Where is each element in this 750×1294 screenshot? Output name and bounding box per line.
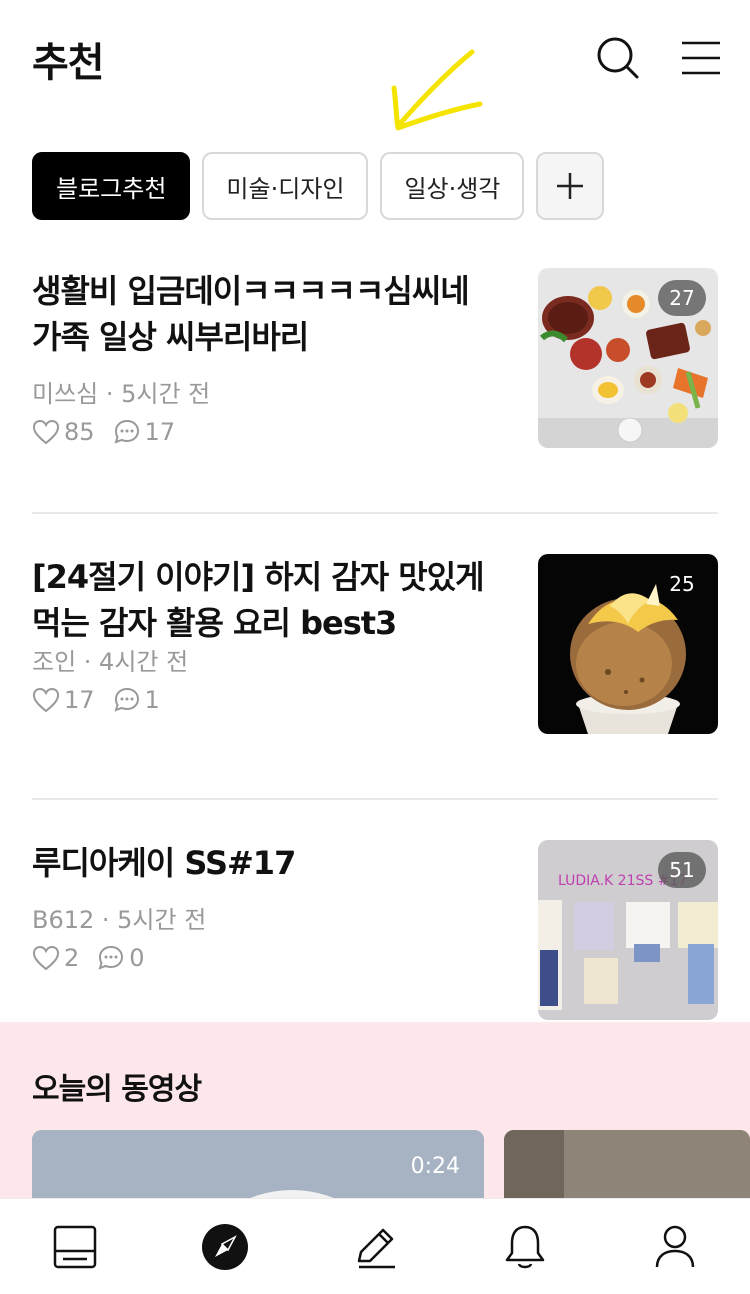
feed-icon bbox=[53, 1225, 97, 1269]
image-count-badge: 27 bbox=[658, 280, 706, 316]
plus-icon bbox=[557, 173, 584, 199]
tab-feed[interactable] bbox=[47, 1221, 103, 1273]
tab-profile[interactable] bbox=[647, 1221, 703, 1273]
post-meta: B612 · 5시간 전 bbox=[32, 906, 207, 934]
post-feed: 생활비 입금데이ㅋㅋㅋㅋㅋ심씨네 가족 일상 씨부리바리 미쓰심 · 5시간 전… bbox=[32, 250, 718, 1086]
search-button[interactable] bbox=[590, 30, 646, 86]
comment-count: 0 bbox=[129, 944, 145, 972]
comment-stat[interactable]: 17 bbox=[113, 418, 176, 446]
post-item[interactable]: [24절기 이야기] 하지 감자 맛있게 먹는 감자 활용 요리 best3 조… bbox=[32, 536, 718, 800]
post-title[interactable]: 루디아케이 SS#17 bbox=[32, 840, 502, 886]
comment-stat[interactable]: 0 bbox=[97, 944, 145, 972]
like-count: 2 bbox=[64, 944, 80, 972]
tab-notifications[interactable] bbox=[497, 1221, 553, 1273]
like-count: 17 bbox=[64, 686, 95, 714]
image-count-badge: 51 bbox=[658, 852, 706, 888]
tab-recommend[interactable] bbox=[197, 1221, 253, 1273]
post-stats: 17 1 bbox=[32, 686, 160, 714]
post-thumbnail[interactable]: LUDIA.K 21SS #17 51 bbox=[538, 840, 718, 1020]
bell-icon bbox=[505, 1225, 545, 1269]
category-chips: 블로그추천 미술·디자인 일상·생각 bbox=[32, 152, 605, 220]
section-title: 오늘의 동영상 bbox=[32, 1072, 202, 1107]
like-count: 85 bbox=[64, 418, 95, 446]
comment-count: 1 bbox=[144, 686, 160, 714]
post-stats: 2 0 bbox=[32, 944, 145, 972]
post-thumbnail[interactable]: 25 bbox=[538, 554, 718, 734]
post-meta: 조인 · 4시간 전 bbox=[32, 648, 189, 676]
heart-icon bbox=[32, 945, 60, 971]
post-item[interactable]: 생활비 입금데이ㅋㅋㅋㅋㅋ심씨네 가족 일상 씨부리바리 미쓰심 · 5시간 전… bbox=[32, 250, 718, 514]
header: 추천 bbox=[0, 0, 750, 110]
pencil-icon bbox=[357, 1228, 395, 1269]
comment-stat[interactable]: 1 bbox=[113, 686, 160, 714]
heart-icon bbox=[32, 419, 60, 445]
post-stats: 85 17 bbox=[32, 418, 175, 446]
chip-daily-thoughts[interactable]: 일상·생각 bbox=[380, 152, 525, 220]
comment-icon bbox=[114, 419, 139, 444]
image-count-badge: 25 bbox=[669, 572, 695, 596]
heart-icon bbox=[32, 687, 60, 713]
tab-write[interactable] bbox=[347, 1221, 403, 1273]
menu-icon bbox=[682, 41, 720, 75]
comment-count: 17 bbox=[144, 418, 176, 446]
comment-icon bbox=[98, 945, 124, 970]
like-stat[interactable]: 17 bbox=[32, 686, 95, 714]
post-title[interactable]: 생활비 입금데이ㅋㅋㅋㅋㅋ심씨네 가족 일상 씨부리바리 bbox=[32, 268, 502, 360]
bottom-tab-bar bbox=[0, 1198, 750, 1294]
like-stat[interactable]: 2 bbox=[32, 944, 79, 972]
video-duration: 0:24 bbox=[410, 1154, 460, 1179]
menu-button[interactable] bbox=[673, 30, 729, 86]
compass-icon bbox=[202, 1224, 248, 1270]
chip-blog-recommend[interactable]: 블로그추천 bbox=[32, 152, 191, 220]
chip-art-design[interactable]: 미술·디자인 bbox=[202, 152, 369, 220]
like-stat[interactable]: 85 bbox=[32, 418, 95, 446]
profile-icon bbox=[655, 1225, 695, 1268]
comment-icon bbox=[114, 687, 139, 712]
post-title[interactable]: [24절기 이야기] 하지 감자 맛있게 먹는 감자 활용 요리 best3 bbox=[32, 554, 502, 646]
search-icon bbox=[597, 37, 639, 79]
post-thumbnail[interactable]: 27 bbox=[538, 268, 718, 448]
page-title: 추천 bbox=[32, 40, 105, 86]
post-meta: 미쓰심 · 5시간 전 bbox=[32, 380, 211, 408]
add-category-button[interactable] bbox=[536, 152, 605, 220]
